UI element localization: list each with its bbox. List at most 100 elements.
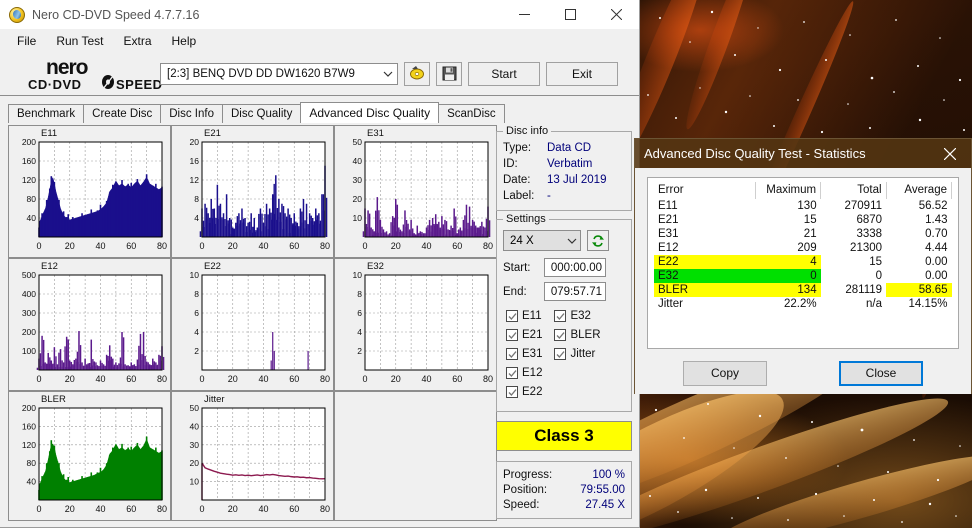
disc-info-title: Disc info	[503, 125, 552, 137]
close-icon	[944, 147, 956, 160]
close-button[interactable]: Close	[839, 360, 923, 386]
exit-button[interactable]: Exit	[546, 61, 618, 86]
checkbox-e21-row[interactable]: E21	[506, 329, 542, 341]
copy-button[interactable]: Copy	[683, 360, 767, 386]
x-tick-label: 20	[65, 504, 75, 514]
x-tick-label: 20	[228, 374, 238, 384]
tab-create-disc[interactable]: Create Disc	[83, 104, 162, 123]
statistics-cell-error: E31	[658, 228, 679, 240]
menu-run-test[interactable]: Run Test	[47, 31, 112, 51]
checkbox-e11-row[interactable]: E11	[506, 310, 542, 322]
y-tick-label: 12	[190, 175, 200, 185]
x-tick-label: 20	[65, 374, 75, 384]
drive-select[interactable]: [2:3] BENQ DVD DD DW1620 B7W9	[160, 62, 398, 85]
x-tick-label: 80	[157, 504, 167, 514]
checkbox-e21-label: E21	[522, 329, 543, 341]
menu-file[interactable]: File	[8, 31, 45, 51]
menu-extra[interactable]: Extra	[114, 31, 160, 51]
checkbox-e32[interactable]	[554, 310, 567, 322]
x-tick-label: 80	[320, 374, 330, 384]
checkbox-e22-row[interactable]: E22	[506, 386, 542, 398]
y-tick-label: 2	[357, 346, 362, 356]
statistics-row[interactable]: E31 21 3338 0.70	[654, 227, 952, 241]
close-button[interactable]	[593, 0, 639, 30]
statistics-row[interactable]: Jitter 22.2% n/a 14.15%	[654, 297, 952, 311]
statistics-cell-average: 0.00	[925, 270, 948, 282]
checkbox-e31-row[interactable]: E31	[506, 348, 542, 360]
minimize-button[interactable]	[501, 0, 547, 30]
save-results-button[interactable]	[436, 61, 462, 86]
floppy-save-icon	[442, 66, 456, 81]
speed-select-value: 24 X	[510, 234, 534, 247]
checkbox-e22[interactable]	[506, 386, 518, 398]
menu-help[interactable]: Help	[163, 31, 206, 51]
checkbox-e12[interactable]	[506, 367, 518, 379]
checkbox-jitter-row[interactable]: Jitter	[554, 348, 600, 360]
statistics-cell-maximum: 209	[797, 242, 817, 254]
statistics-dialog-titlebar: Advanced Disc Quality Test - Statistics	[635, 139, 971, 168]
statistics-row[interactable]: E21 15 6870 1.43	[654, 213, 952, 227]
chart-e12: E12 100 200 300 400 500 0 20 40 60 80	[8, 258, 171, 391]
statistics-cell-average: 1.43	[925, 214, 948, 226]
statistics-cell-total: 270911	[844, 200, 883, 212]
y-tick-label: 50	[190, 403, 200, 413]
checkbox-e32-row[interactable]: E32	[554, 310, 600, 322]
y-tick-label: 400	[22, 289, 36, 299]
x-tick-label: 40	[258, 241, 268, 251]
refresh-button[interactable]	[587, 230, 609, 251]
statistics-row[interactable]: E12 209 21300 4.44	[654, 241, 952, 255]
start-button[interactable]: Start	[468, 61, 540, 86]
checkbox-jitter[interactable]	[554, 348, 567, 360]
checkbox-e21[interactable]	[506, 329, 518, 341]
x-tick-label: 80	[320, 504, 330, 514]
statistics-row[interactable]: E11 130 270911 56.52	[654, 199, 952, 213]
checkbox-e31[interactable]	[506, 348, 518, 360]
disc-info-group: Disc info Type: Data CD ID: Verbatim Dat…	[496, 125, 632, 211]
disc-info-row-label: Label: -	[497, 188, 631, 204]
column-header-maximum: Maximum	[755, 182, 822, 199]
toolbar: nero CD·DVD SPEED [2:3] BENQ DVD DD DW16…	[0, 52, 639, 96]
statistics-row[interactable]: BLER 134 281119 58.65	[654, 283, 952, 297]
x-tick-label: 0	[362, 241, 367, 251]
x-tick-label: 20	[65, 241, 75, 251]
y-tick-label: 500	[22, 270, 36, 280]
x-tick-label: 60	[289, 504, 299, 514]
x-tick-label: 0	[36, 241, 41, 251]
start-input[interactable]: 000:00.00	[544, 258, 606, 277]
statistics-cell-average: 58.65	[886, 283, 952, 297]
statistics-cell-error: E21	[658, 214, 679, 226]
statistics-row[interactable]: E32 0 0 0.00	[654, 269, 952, 283]
check-icon	[508, 388, 516, 396]
disc-info-key-id: ID:	[503, 158, 518, 170]
column-header-error: Error	[654, 182, 756, 199]
y-tick-label: 20	[190, 137, 200, 147]
speed-select[interactable]: 24 X	[503, 230, 581, 251]
checkbox-bler-row[interactable]: BLER	[554, 329, 601, 341]
disc-info-row-id: ID: Verbatim	[497, 156, 631, 172]
maximize-button[interactable]	[547, 0, 593, 30]
progress-group: Progress: 100 % Position: 79:55.00 Speed…	[496, 461, 632, 519]
tab-scandisc[interactable]: ScanDisc	[438, 104, 505, 123]
tab-disc-info[interactable]: Disc Info	[160, 104, 223, 123]
y-tick-label: 160	[22, 421, 36, 431]
checkbox-e11[interactable]	[506, 310, 518, 322]
statistics-row[interactable]: E22 4 15 0.00	[654, 255, 952, 269]
statistics-cell-maximum: 134	[755, 283, 821, 297]
tab-benchmark[interactable]: Benchmark	[8, 104, 85, 123]
eject-disc-button[interactable]	[404, 61, 430, 86]
chart-title: Jitter	[204, 394, 225, 405]
x-tick-label: 80	[157, 374, 167, 384]
y-tick-label: 200	[22, 327, 36, 337]
y-tick-label: 100	[22, 346, 36, 356]
checkbox-e12-row[interactable]: E12	[506, 367, 542, 379]
menubar: File Run Test Extra Help	[0, 30, 639, 52]
tab-advanced-disc-quality[interactable]: Advanced Disc Quality	[300, 102, 440, 123]
end-field-row: End: 079:57.71	[497, 277, 631, 301]
end-input[interactable]: 079:57.71	[544, 282, 606, 301]
chart-title: E31	[367, 128, 384, 139]
tab-disc-quality[interactable]: Disc Quality	[222, 104, 302, 123]
checkbox-bler[interactable]	[554, 329, 567, 341]
checkbox-e32-label: E32	[570, 310, 591, 322]
statistics-dialog-close-button[interactable]	[929, 139, 971, 168]
y-tick-label: 10	[190, 270, 200, 280]
